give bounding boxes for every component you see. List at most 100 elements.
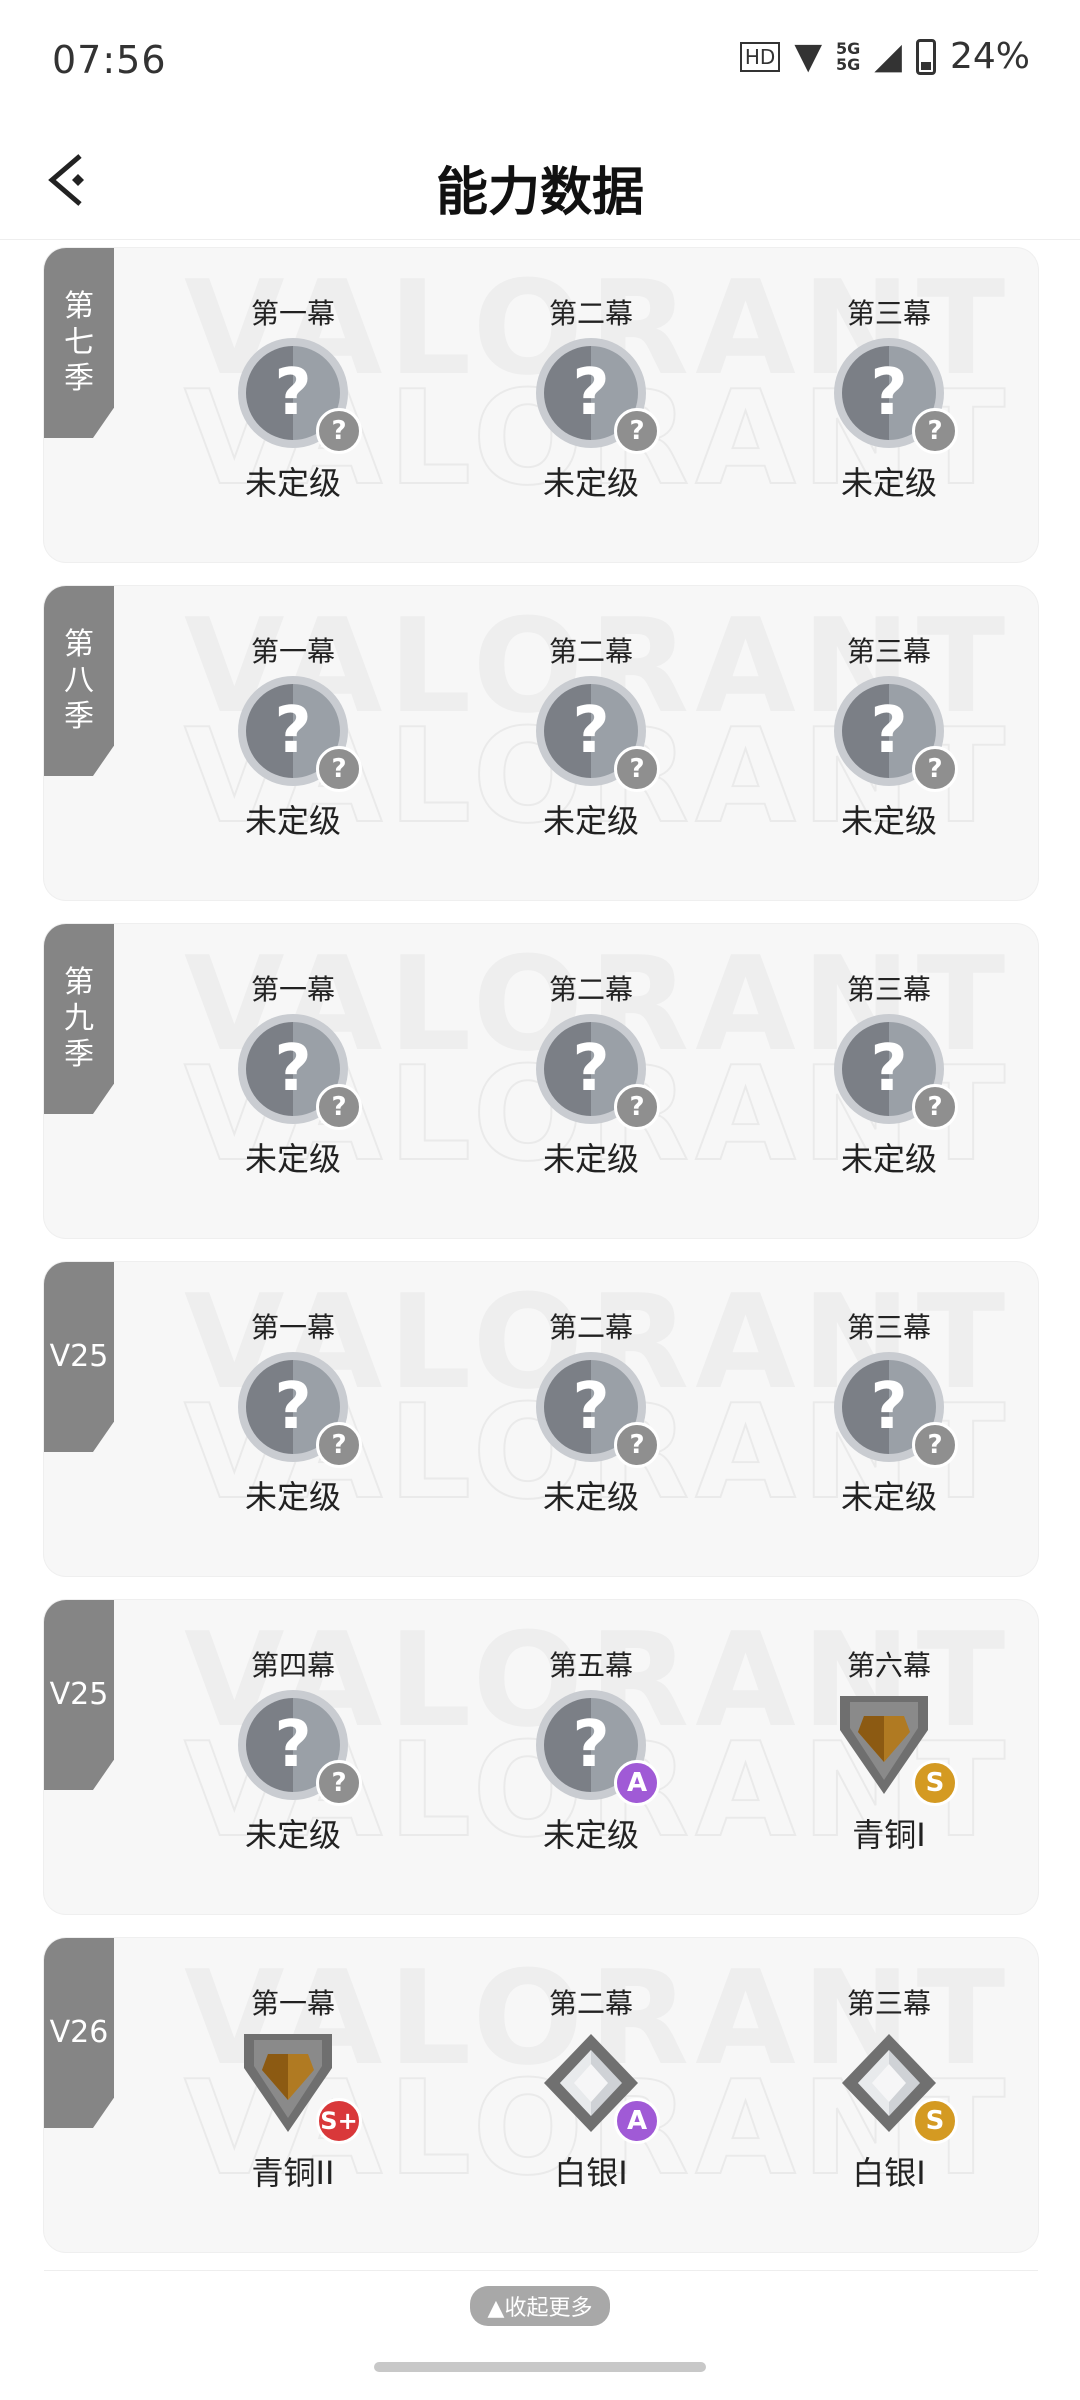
- collapse-area: ▲收起更多: [0, 2286, 1080, 2326]
- act-name: 第二幕: [548, 297, 633, 330]
- act-name: 第三幕: [846, 297, 931, 330]
- act-name: 第一幕: [250, 297, 335, 330]
- act-item[interactable]: 第二幕?? 未定级: [442, 1306, 740, 1518]
- grade-badge: A: [614, 2098, 660, 2144]
- season-tag: 第七季: [44, 248, 114, 438]
- divider: [44, 2270, 1038, 2271]
- season-card: VALORANTVALORANT第九季第一幕??未定级第二幕??未定级第三幕??…: [44, 924, 1038, 1238]
- rank-emblem: ??: [238, 1690, 362, 1806]
- grade-badge: ?: [614, 1084, 660, 1130]
- acts-row: 第一幕?? 未定级 第二幕?? 未定级 第三幕?? 未定级: [144, 292, 1038, 504]
- season-card: VALORANTVALORANTV26第一幕S+青铜II第二幕A白银I第三幕S白…: [44, 1938, 1038, 2252]
- act-item[interactable]: 第一幕?? 未定级: [144, 968, 442, 1180]
- grade-badge: ?: [912, 408, 958, 454]
- season-card: VALORANTVALORANT第八季第一幕??未定级第二幕??未定级第三幕??…: [44, 586, 1038, 900]
- home-indicator[interactable]: [374, 2362, 706, 2372]
- grade-badge: ?: [316, 1422, 362, 1468]
- act-name: 第一幕: [250, 973, 335, 1006]
- rank-emblem: ??: [536, 1014, 660, 1130]
- rank-label: 未定级: [244, 1478, 341, 1516]
- hd-icon: HD: [739, 41, 781, 72]
- grade-badge: A: [614, 1760, 660, 1806]
- act-name: 第二幕: [548, 1311, 633, 1344]
- season-tag: 第九季: [44, 924, 114, 1114]
- act-item[interactable]: 第二幕 A 白银I: [442, 1982, 740, 2194]
- rank-label: 未定级: [840, 1140, 937, 1178]
- acts-row: 第一幕 S+ 青铜II 第二幕 A 白银I 第三幕 S 白银I: [144, 1982, 1038, 2194]
- rank-label: 青铜II: [251, 2154, 335, 2192]
- acts-row: 第一幕?? 未定级 第二幕?? 未定级 第三幕?? 未定级: [144, 1306, 1038, 1518]
- grade-badge: ?: [614, 746, 660, 792]
- acts-row: 第四幕?? 未定级 第五幕? A 未定级 第六幕 S 青铜I: [144, 1644, 1038, 1856]
- act-name: 第二幕: [548, 635, 633, 668]
- season-tag: 第八季: [44, 586, 114, 776]
- grade-badge: ?: [912, 1422, 958, 1468]
- act-item[interactable]: 第三幕?? 未定级: [740, 292, 1038, 504]
- rank-emblem: ??: [536, 1352, 660, 1468]
- act-name: 第五幕: [548, 1649, 633, 1682]
- network-5g-icon: 5G 5G: [836, 38, 861, 74]
- act-item[interactable]: 第二幕?? 未定级: [442, 292, 740, 504]
- rank-emblem: ??: [834, 676, 958, 792]
- rank-label: 未定级: [840, 802, 937, 840]
- collapse-more-button[interactable]: ▲收起更多: [469, 2286, 611, 2326]
- season-tag: V26: [44, 1938, 114, 2128]
- grade-badge: ?: [614, 1422, 660, 1468]
- grade-badge: ?: [912, 1084, 958, 1130]
- top-bar: 能力数据: [0, 120, 1080, 240]
- act-name: 第一幕: [250, 1987, 335, 2020]
- rank-emblem: S: [834, 2028, 958, 2144]
- rank-emblem: A: [536, 2028, 660, 2144]
- grade-badge: ?: [316, 1760, 362, 1806]
- rank-emblem: ??: [536, 676, 660, 792]
- rank-emblem: ??: [238, 1352, 362, 1468]
- battery-icon: [915, 38, 936, 75]
- season-card: VALORANTVALORANTV25第四幕??未定级第五幕?A未定级第六幕S青…: [44, 1600, 1038, 1914]
- status-bar: 07:56 HD ▼ 5G 5G ◢ 24%: [0, 0, 1080, 120]
- season-tag: V25: [44, 1600, 114, 1790]
- act-item[interactable]: 第四幕?? 未定级: [144, 1644, 442, 1856]
- rank-label: 未定级: [244, 464, 341, 502]
- rank-label: 未定级: [840, 1478, 937, 1516]
- rank-emblem: ??: [238, 338, 362, 454]
- act-name: 第一幕: [250, 635, 335, 668]
- grade-badge: ?: [614, 408, 660, 454]
- rank-label: 未定级: [840, 464, 937, 502]
- act-item[interactable]: 第三幕?? 未定级: [740, 968, 1038, 1180]
- act-name: 第一幕: [250, 1311, 335, 1344]
- act-item[interactable]: 第三幕?? 未定级: [740, 630, 1038, 842]
- act-item[interactable]: 第三幕?? 未定级: [740, 1306, 1038, 1518]
- rank-label: 未定级: [542, 1478, 639, 1516]
- rank-label: 未定级: [542, 1816, 639, 1854]
- season-list: VALORANTVALORANT第七季第一幕??未定级第二幕??未定级第三幕??…: [44, 248, 1038, 2276]
- rank-emblem: ??: [834, 1352, 958, 1468]
- rank-label: 青铜I: [852, 1816, 926, 1854]
- season-card: VALORANTVALORANTV25第一幕??未定级第二幕??未定级第三幕??…: [44, 1262, 1038, 1576]
- act-item[interactable]: 第二幕?? 未定级: [442, 968, 740, 1180]
- cell-signal-icon: ◢: [874, 36, 902, 77]
- rank-label: 白银I: [554, 2154, 628, 2192]
- acts-row: 第一幕?? 未定级 第二幕?? 未定级 第三幕?? 未定级: [144, 630, 1038, 842]
- status-icons: HD ▼ 5G 5G ◢ 24%: [739, 36, 1030, 77]
- rank-label: 未定级: [244, 1816, 341, 1854]
- rank-emblem: ??: [834, 338, 958, 454]
- page-title: 能力数据: [435, 163, 644, 223]
- grade-badge: S: [912, 2098, 958, 2144]
- act-name: 第二幕: [548, 973, 633, 1006]
- rank-emblem: ? A: [536, 1690, 660, 1806]
- grade-badge: ?: [316, 746, 362, 792]
- act-item[interactable]: 第一幕?? 未定级: [144, 1306, 442, 1518]
- grade-badge: ?: [912, 746, 958, 792]
- act-name: 第三幕: [846, 1311, 931, 1344]
- act-item[interactable]: 第三幕 S 白银I: [740, 1982, 1038, 2194]
- battery-percent: 24%: [949, 36, 1030, 77]
- rank-emblem: ??: [238, 676, 362, 792]
- status-time: 07:56: [52, 38, 167, 82]
- act-item[interactable]: 第二幕?? 未定级: [442, 630, 740, 842]
- act-item[interactable]: 第六幕 S 青铜I: [740, 1644, 1038, 1856]
- act-item[interactable]: 第一幕?? 未定级: [144, 292, 442, 504]
- rank-emblem: ??: [834, 1014, 958, 1130]
- act-item[interactable]: 第一幕 S+ 青铜II: [144, 1982, 442, 2194]
- act-item[interactable]: 第五幕 ? A 未定级: [442, 1644, 740, 1856]
- act-item[interactable]: 第一幕?? 未定级: [144, 630, 442, 842]
